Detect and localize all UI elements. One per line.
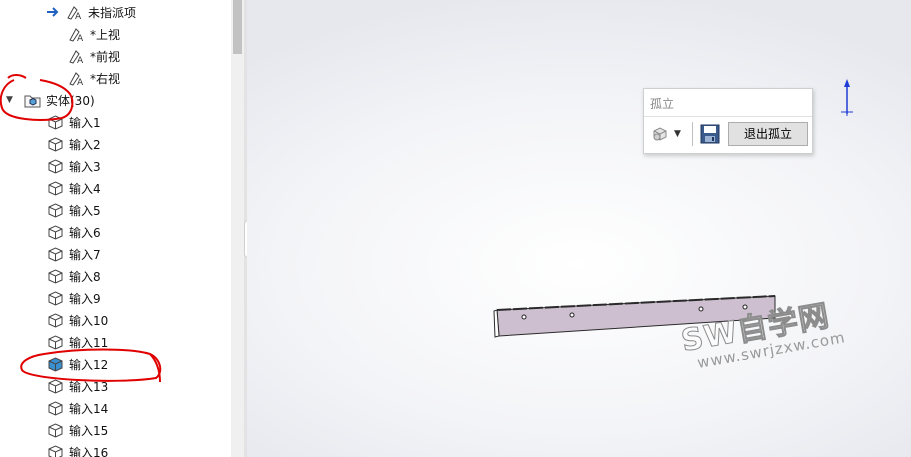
solid-body-icon xyxy=(48,422,63,438)
tree-item-front-view[interactable]: A *前视 xyxy=(0,45,231,67)
solid-body-icon xyxy=(48,356,63,372)
body-item[interactable]: 输入2 xyxy=(0,133,231,155)
body-label: 输入12 xyxy=(69,357,109,372)
feature-manager-tree: A 未指派项 A *上视 A *前视 A *右视 ▼ 实体(30) 输入1输入 xyxy=(0,0,231,457)
visibility-dropdown-button[interactable]: ▼ xyxy=(650,123,690,145)
solid-body-icon xyxy=(48,444,63,457)
annotation-view-icon: A xyxy=(69,71,84,87)
tree-scrollbar[interactable] xyxy=(231,0,244,457)
body-label: 输入5 xyxy=(69,203,101,218)
tree-item-label: *上视 xyxy=(90,27,121,42)
tree-item-label: *右视 xyxy=(90,71,121,86)
body-label: 输入11 xyxy=(69,335,109,350)
exit-isolate-button[interactable]: 退出孤立 xyxy=(728,122,808,146)
solid-body-icon xyxy=(48,158,63,174)
annotation-view-icon: A xyxy=(69,27,84,43)
solid-body-icon xyxy=(48,180,63,196)
solid-body-icon xyxy=(48,378,63,394)
save-icon[interactable] xyxy=(700,123,720,145)
svg-text:A: A xyxy=(77,56,84,65)
isolate-panel-title: 孤立 xyxy=(650,97,675,111)
solid-body-icon xyxy=(48,312,63,328)
body-label: 输入6 xyxy=(69,225,101,240)
body-item[interactable]: 输入4 xyxy=(0,177,231,199)
body-label: 输入4 xyxy=(69,181,101,196)
solid-body-icon xyxy=(48,334,63,350)
chevron-down-icon: ▼ xyxy=(674,129,681,139)
solid-body-icon xyxy=(48,136,63,152)
tree-folder-label: 实体(30) xyxy=(46,93,95,108)
watermark: SW自学网 www.swrjzxw.com xyxy=(678,298,895,396)
body-item[interactable]: 输入7 xyxy=(0,243,231,265)
solid-body-icon xyxy=(48,268,63,284)
solid-body-icon xyxy=(48,246,63,262)
annotation-view-icon: A xyxy=(69,49,84,65)
tree-folder-solid-bodies[interactable]: ▼ 实体(30) xyxy=(0,89,231,111)
tree-item-label: 未指派项 xyxy=(88,5,137,20)
body-label: 输入14 xyxy=(69,401,109,416)
annotation-view-icon: A xyxy=(67,5,82,21)
body-label: 输入10 xyxy=(69,313,109,328)
expand-arrow-icon[interactable]: ▼ xyxy=(0,95,18,105)
isolate-panel: 孤立 ▼ 退出孤立 xyxy=(643,88,813,154)
body-item[interactable]: 输入5 xyxy=(0,199,231,221)
svg-text:A: A xyxy=(75,12,82,21)
tree-item-label: *前视 xyxy=(90,49,121,64)
display-style-icon xyxy=(653,127,667,141)
graphics-area[interactable]: 孤立 ▼ 退出孤立 SW自学网 www.swrjzxw.com xyxy=(247,0,911,457)
solid-body-icon xyxy=(48,114,63,130)
svg-text:A: A xyxy=(77,78,84,87)
body-item[interactable]: 输入11 xyxy=(0,331,231,353)
svg-text:A: A xyxy=(77,34,84,43)
body-item[interactable]: 输入10 xyxy=(0,309,231,331)
body-label: 输入1 xyxy=(69,115,101,130)
scrollbar-thumb[interactable] xyxy=(233,0,242,54)
tree-item-right-view[interactable]: A *右视 xyxy=(0,67,231,89)
view-triad-icon xyxy=(841,79,853,116)
arrow-icon xyxy=(47,7,59,17)
divider xyxy=(644,116,812,117)
body-label: 输入2 xyxy=(69,137,101,152)
body-item[interactable]: 输入9 xyxy=(0,287,231,309)
tree-item-top-view[interactable]: A *上视 xyxy=(0,23,231,45)
body-item[interactable]: 输入8 xyxy=(0,265,231,287)
solid-body-icon xyxy=(48,290,63,306)
tree-item-unassigned[interactable]: A 未指派项 xyxy=(0,1,231,23)
body-item[interactable]: 输入12 xyxy=(0,353,231,375)
body-item[interactable]: 输入13 xyxy=(0,375,231,397)
body-label: 输入9 xyxy=(69,291,101,306)
body-label: 输入7 xyxy=(69,247,101,262)
body-item[interactable]: 输入16 xyxy=(0,441,231,457)
solid-body-icon xyxy=(48,202,63,218)
body-item[interactable]: 输入14 xyxy=(0,397,231,419)
body-label: 输入8 xyxy=(69,269,101,284)
body-label: 输入3 xyxy=(69,159,101,174)
solid-body-icon xyxy=(48,224,63,240)
body-label: 输入15 xyxy=(69,423,109,438)
body-item[interactable]: 输入3 xyxy=(0,155,231,177)
body-label: 输入13 xyxy=(69,379,109,394)
toolbar-separator xyxy=(692,122,693,146)
solid-body-icon xyxy=(48,400,63,416)
body-item[interactable]: 输入1 xyxy=(0,111,231,133)
solid-bodies-folder-icon xyxy=(24,95,41,107)
body-item[interactable]: 输入15 xyxy=(0,419,231,441)
body-label: 输入16 xyxy=(69,445,109,457)
body-item[interactable]: 输入6 xyxy=(0,221,231,243)
